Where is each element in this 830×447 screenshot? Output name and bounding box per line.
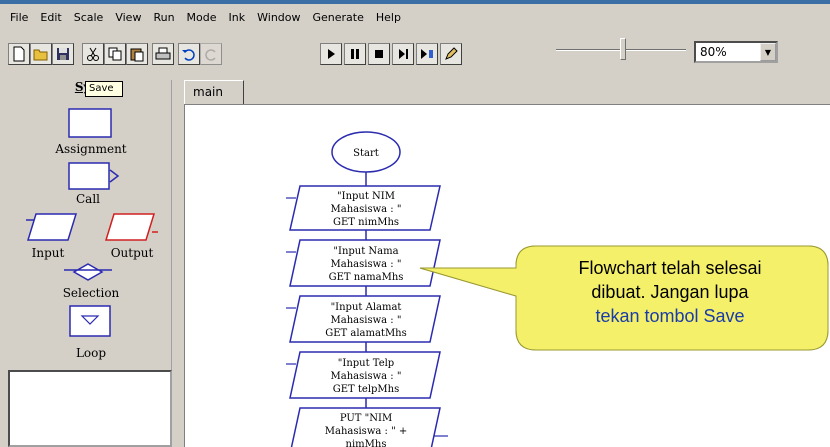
start-label: Start (353, 148, 379, 159)
block-line: "Input Alamat (331, 302, 402, 313)
block-line: Mahasiswa : " (331, 259, 402, 270)
block-line: GET telpMhs (333, 384, 399, 395)
block-line: Mahasiswa : " (331, 315, 402, 326)
block-line: Mahasiswa : " + (325, 426, 407, 437)
block-line: GET namaMhs (329, 272, 404, 283)
block-line: "Input NIM (337, 191, 395, 202)
callout-line: Flowchart telah selesai (578, 258, 762, 278)
block-line: Mahasiswa : " (331, 371, 402, 382)
block-line: Mahasiswa : " (331, 204, 402, 215)
callout-text: Flowchart telah selesai dibuat. Jangan l… (520, 256, 820, 328)
block-line: GET nimMhs (333, 217, 399, 228)
flowchart-drawing: Start "Input NIM Mahasiswa : " GET nimMh… (286, 131, 829, 447)
callout-line: dibuat. Jangan lupa (591, 282, 749, 302)
callout-line-highlight: tekan tombol Save (595, 306, 745, 326)
block-line: "Input Nama (333, 246, 398, 257)
block-line: nimMhs (346, 439, 387, 447)
block-line: "Input Telp (338, 358, 394, 369)
block-line: GET alamatMhs (325, 328, 407, 339)
block-line: PUT "NIM (340, 413, 392, 424)
